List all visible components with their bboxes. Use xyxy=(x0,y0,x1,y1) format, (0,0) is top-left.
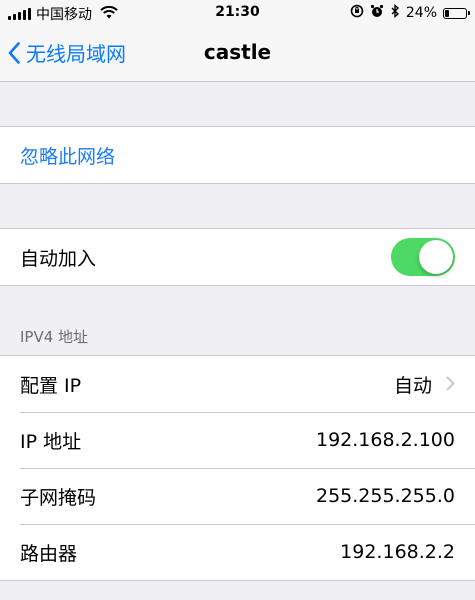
router-label: 路由器 xyxy=(20,542,78,565)
status-bar-right: 24% xyxy=(350,4,470,22)
auto-join-group: 自动加入 xyxy=(0,228,475,286)
forget-network-label: 忽略此网络 xyxy=(20,145,116,168)
auto-join-label: 自动加入 xyxy=(20,247,97,270)
configure-ip-value: 自动 xyxy=(393,374,432,397)
forget-network-button[interactable]: 忽略此网络 xyxy=(0,127,475,183)
auto-join-toggle[interactable] xyxy=(391,238,455,276)
battery-level-fill xyxy=(445,9,449,17)
ipv4-group: 配置 IP 自动 IP 地址 192.168.2.100 子网掩码 255.25… xyxy=(0,355,475,581)
ip-address-label: IP 地址 xyxy=(20,430,82,453)
router-row: 路由器 192.168.2.2 xyxy=(0,524,475,580)
configure-ip-label: 配置 IP xyxy=(20,374,82,397)
subnet-mask-value: 255.255.255.0 xyxy=(315,485,455,507)
battery-icon xyxy=(443,7,470,19)
router-value: 192.168.2.2 xyxy=(340,541,455,563)
alarm-icon xyxy=(370,4,384,22)
auto-join-row: 自动加入 xyxy=(0,229,475,285)
status-bar: 中国移动 21:30 24% xyxy=(0,0,475,26)
bluetooth-icon xyxy=(390,4,400,22)
chevron-right-icon xyxy=(446,372,455,396)
forget-network-group: 忽略此网络 xyxy=(0,126,475,184)
page-title: castle xyxy=(203,40,272,64)
navigation-bar: 无线局域网 castle xyxy=(0,26,475,82)
toggle-knob xyxy=(419,240,453,274)
configure-ip-row[interactable]: 配置 IP 自动 xyxy=(0,356,475,412)
subnet-mask-row: 子网掩码 255.255.255.0 xyxy=(0,468,475,524)
subnet-mask-label: 子网掩码 xyxy=(20,486,97,509)
orientation-lock-icon xyxy=(350,4,364,22)
battery-percent: 24% xyxy=(405,5,437,21)
ipv4-section-header: IPV4 地址 xyxy=(20,328,89,346)
ip-address-value: 192.168.2.100 xyxy=(315,429,455,451)
ip-address-row: IP 地址 192.168.2.100 xyxy=(0,412,475,468)
